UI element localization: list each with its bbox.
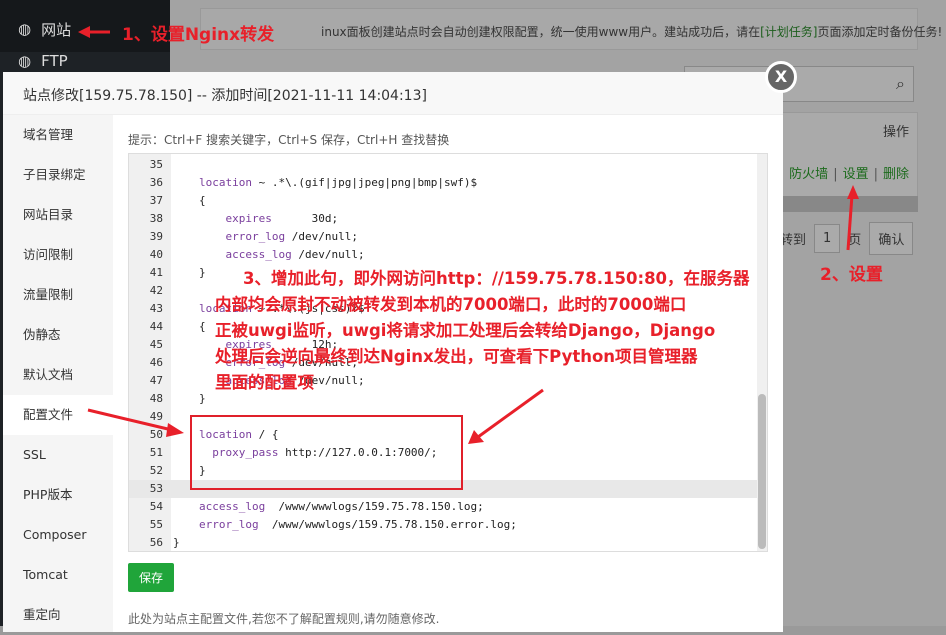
page-input[interactable]: 1 (814, 224, 841, 253)
line-number: 55 (149, 518, 163, 531)
footer-note: 此处为站点主配置文件,若您不了解配置规则,请勿随意修改. (128, 612, 440, 626)
line-number: 36 (149, 176, 163, 189)
menu-item[interactable]: PHP版本 (3, 475, 113, 515)
code-line: 38 expires 30d; (129, 210, 767, 228)
line-code: } (199, 392, 206, 405)
code-line: 54 access_log /www/wwwlogs/159.75.78.150.… (129, 498, 767, 516)
annotation-line: 正被uwgi监听，uwgi将请求加工处理后会转给Django，Django (215, 321, 716, 340)
line-code: { (199, 320, 206, 333)
modal-menu: 域名管理 子目录绑定 网站目录 访问限制 流量限制 伪静态 默认文档 配置文件 SSL PHP版本… (3, 115, 113, 632)
line-code: } (173, 536, 180, 549)
line-number: 40 (149, 248, 163, 261)
line-number: 42 (149, 284, 163, 297)
delete-link[interactable]: 删除 (883, 167, 909, 182)
code-line: 35 (129, 156, 767, 174)
settings-link[interactable]: 设置 (843, 167, 869, 182)
line-number: 56 (149, 536, 163, 549)
line-code: error_log /dev/null; (225, 230, 358, 243)
line-number: 41 (149, 266, 163, 279)
code-line: 37 { (129, 192, 767, 210)
line-number: 43 (149, 302, 163, 315)
line-code: expires 30d; (225, 212, 339, 225)
menu-item[interactable]: 配置文件 (3, 395, 113, 435)
annotation-line: 处理后会逆向最终到达Nginx发出，可查看下Python项目管理器 (215, 347, 698, 366)
menu-item[interactable]: SSL (3, 435, 113, 475)
line-code: access_log /www/wwwlogs/159.75.78.150.lo… (199, 500, 484, 513)
code-line: 36 location ~ .*\.(gif|jpg|jpeg|png|bmp|s… (129, 174, 767, 192)
globe-icon: ◍ (18, 20, 32, 38)
vertical-scrollbar[interactable] (757, 154, 767, 551)
line-number: 52 (149, 464, 163, 477)
line-number: 50 (149, 428, 163, 441)
line-code: error_log /www/wwwlogs/159.75.78.150.err… (199, 518, 517, 531)
editor-tip: 提示：Ctrl+F 搜索关键字，Ctrl+S 保存，Ctrl+H 查找替换 (128, 133, 450, 147)
code-line: 40 access_log /dev/null; (129, 246, 767, 264)
line-number: 48 (149, 392, 163, 405)
firewall-link[interactable]: 防火墙 (789, 167, 828, 182)
menu-item[interactable]: 重定向 (3, 595, 113, 635)
menu-item[interactable]: Tomcat (3, 555, 113, 595)
code-line: 56} (129, 534, 767, 551)
close-button[interactable]: X (765, 61, 797, 93)
ops-header: 操作 (882, 125, 909, 140)
pager: 转到 1 页确认 (780, 222, 914, 255)
scrollbar-thumb[interactable] (758, 394, 766, 549)
confirm-button[interactable]: 确认 (869, 222, 914, 255)
line-number: 38 (149, 212, 163, 225)
line-code: } (199, 266, 206, 279)
line-number: 37 (149, 194, 163, 207)
line-number: 44 (149, 320, 163, 333)
line-number: 46 (149, 356, 163, 369)
line-number: 35 (149, 158, 163, 171)
annotation-line: 里面的配置项 (215, 373, 314, 392)
sidebar-item-ftp[interactable]: ◍ FTP (0, 52, 170, 71)
menu-item[interactable]: 流量限制 (3, 275, 113, 315)
line-number: 49 (149, 410, 163, 423)
line-number: 53 (149, 482, 163, 495)
highlight-box (190, 415, 463, 490)
menu-item[interactable]: Composer (3, 515, 113, 555)
save-button[interactable]: 保存 (128, 563, 174, 592)
search-icon[interactable]: ⌕ (896, 74, 905, 94)
line-code: location ~ .*\.(gif|jpg|jpeg|png|bmp|swf… (199, 176, 478, 189)
line-code: { (199, 194, 206, 207)
menu-item[interactable]: 网站目录 (3, 195, 113, 235)
line-number: 51 (149, 446, 163, 459)
menu-item[interactable]: 默认文档 (3, 355, 113, 395)
menu-item[interactable]: 访问限制 (3, 235, 113, 275)
modal-title: 站点修改[159.75.78.150] -- 添加时间[2021-11-11 1… (3, 72, 783, 115)
line-number: 39 (149, 230, 163, 243)
line-number: 47 (149, 374, 163, 387)
code-line: 39 error_log /dev/null; (129, 228, 767, 246)
line-code: access_log /dev/null; (225, 248, 365, 261)
notice-bar: inux面板创建站点时会自动创建权限配置，统一使用www用户。建站成功后，请在[… (200, 8, 942, 50)
annotation-line: 3、增加此句，即外网访问http：//159.75.78.150:80，在服务器 (243, 269, 750, 288)
line-number: 45 (149, 338, 163, 351)
globe-icon: ◍ (18, 52, 32, 70)
cron-link[interactable]: [计划任务] (760, 25, 817, 39)
annotation-3: 3、增加此句，即外网访问http：//159.75.78.150:80，在服务器… (215, 266, 750, 396)
menu-item[interactable]: 子目录绑定 (3, 155, 113, 195)
annotation-2: 2、设置 (820, 265, 883, 285)
menu-item[interactable]: 域名管理 (3, 115, 113, 155)
code-line: 55 error_log /www/wwwlogs/159.75.78.150.e… (129, 516, 767, 534)
annotation-line: 内部均会原封不动被转发到本机的7000端口，此时的7000端口 (215, 295, 687, 314)
menu-item[interactable]: 伪静态 (3, 315, 113, 355)
annotation-1: 1、设置Nginx转发 (122, 25, 275, 45)
line-number: 54 (149, 500, 163, 513)
